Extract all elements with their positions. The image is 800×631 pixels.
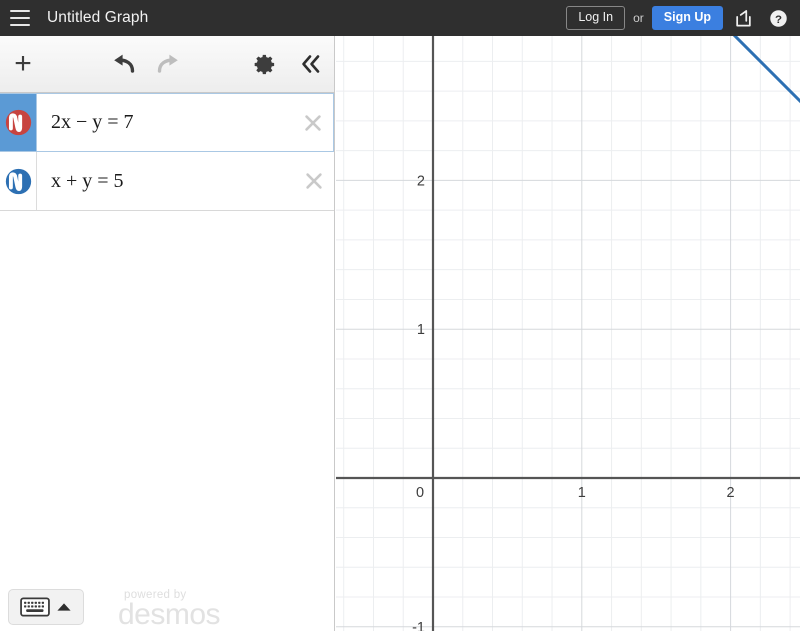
svg-text:?: ? xyxy=(774,13,781,25)
expression-row[interactable]: x + y = 5 xyxy=(0,152,334,211)
share-icon[interactable] xyxy=(728,3,758,33)
keyboard-icon xyxy=(20,597,50,617)
help-icon[interactable]: ? xyxy=(763,3,793,33)
svg-text:0: 0 xyxy=(416,485,424,501)
hamburger-icon[interactable] xyxy=(2,0,38,36)
or-label: or xyxy=(633,11,644,25)
expression-latex: 2x − y = 7 xyxy=(51,111,134,133)
hamburger-bar xyxy=(10,23,30,27)
expression-color-swatch[interactable] xyxy=(0,94,36,151)
app-header: Untitled Graph Log In or Sign Up ? xyxy=(0,0,800,36)
header-actions: Log In or Sign Up ? xyxy=(566,0,800,36)
expression-list: 2x − y = 7 x + y = 5 xyxy=(0,93,334,631)
page-title[interactable]: Untitled Graph xyxy=(47,9,148,27)
expression-color-swatch[interactable] xyxy=(0,152,36,210)
close-icon[interactable] xyxy=(303,170,325,192)
gear-icon[interactable] xyxy=(242,36,288,92)
hamburger-bar xyxy=(10,9,30,13)
expression-latex: x + y = 5 xyxy=(51,169,124,192)
add-expression-label: + xyxy=(14,47,32,80)
curve-icon xyxy=(5,168,31,194)
undo-icon[interactable] xyxy=(100,36,146,92)
expression-toolbar: + xyxy=(0,36,334,93)
signup-button[interactable]: Sign Up xyxy=(651,6,723,30)
keyboard-toggle-button[interactable] xyxy=(8,589,84,625)
graph-plot[interactable]: 0 1 2 -1 1 2 xyxy=(336,36,800,631)
expression-input[interactable]: 2x − y = 7 xyxy=(36,94,334,151)
svg-text:1: 1 xyxy=(417,322,425,338)
expression-row[interactable]: 2x − y = 7 xyxy=(0,93,334,152)
add-expression-button[interactable]: + xyxy=(0,36,46,92)
curve-icon xyxy=(5,109,31,136)
collapse-panel-button[interactable] xyxy=(288,36,334,92)
graph-canvas[interactable]: 012-112 (4, 1) xyxy=(336,36,800,631)
expression-input[interactable]: x + y = 5 xyxy=(36,152,334,210)
close-icon[interactable] xyxy=(302,112,324,134)
svg-text:1: 1 xyxy=(578,485,586,501)
login-button[interactable]: Log In xyxy=(566,6,626,30)
hamburger-bar xyxy=(10,16,30,20)
expression-panel: + 2x − y = 7 x + y = 5 powered by desmos xyxy=(0,36,335,631)
redo-icon[interactable] xyxy=(146,36,192,92)
desmos-calculator-app: Untitled Graph Log In or Sign Up ? + 2x … xyxy=(0,0,800,631)
svg-text:2: 2 xyxy=(417,173,425,189)
caret-up-icon xyxy=(57,603,71,611)
svg-text:2: 2 xyxy=(727,485,735,501)
svg-text:-1: -1 xyxy=(412,620,425,631)
